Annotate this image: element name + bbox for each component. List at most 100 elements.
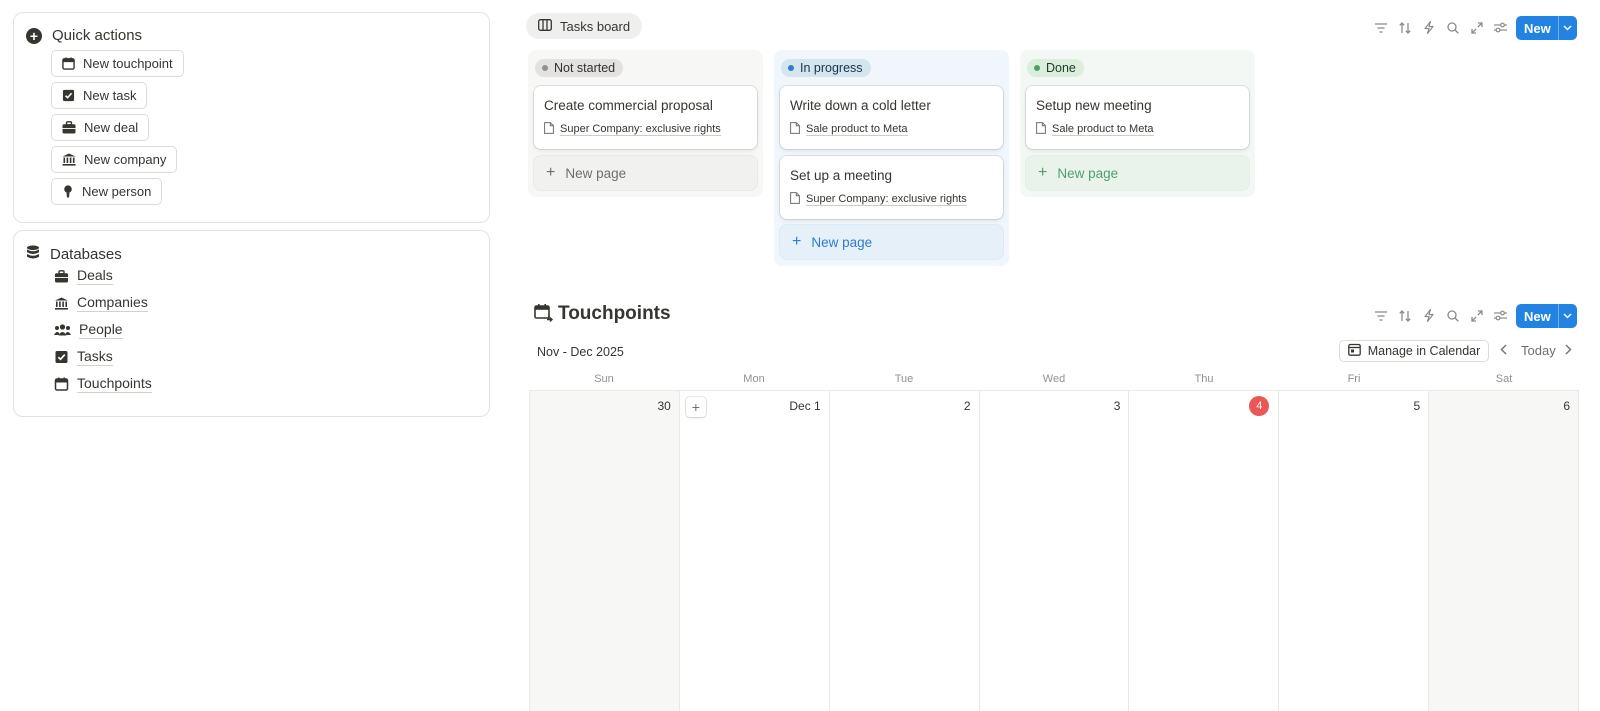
- calendar-new-button[interactable]: New: [1516, 304, 1577, 328]
- database-item-tasks[interactable]: Tasks: [54, 348, 113, 366]
- touchpoints-title: Touchpoints: [534, 303, 671, 325]
- board-column-not-started: Not started Create commercial proposal S…: [528, 50, 763, 197]
- database-item-people[interactable]: People: [54, 321, 123, 339]
- filter-icon[interactable]: [1373, 20, 1388, 35]
- new-deal-button[interactable]: New deal: [51, 114, 150, 141]
- bank-icon: [62, 153, 76, 166]
- task-card-relation[interactable]: Super Company: exclusive rights: [790, 192, 967, 207]
- manage-in-calendar-label: Manage in Calendar: [1367, 344, 1481, 358]
- task-card[interactable]: Setup new meeting Sale product to Meta: [1026, 86, 1249, 149]
- day-number: 6: [1563, 399, 1571, 413]
- board-new-label: New: [1524, 20, 1551, 36]
- calendar-day-cell[interactable]: 6: [1429, 391, 1580, 711]
- search-icon[interactable]: [1445, 308, 1460, 323]
- day-number: 3: [1113, 399, 1121, 413]
- database-item-touchpoints[interactable]: Touchpoints: [54, 375, 152, 393]
- task-card-relation[interactable]: Super Company: exclusive rights: [544, 122, 721, 137]
- expand-icon[interactable]: [1469, 308, 1484, 323]
- today-badge: 4: [1249, 396, 1270, 416]
- task-card[interactable]: Write down a cold letter Sale product to…: [780, 86, 1003, 149]
- today-label: Today: [1521, 343, 1556, 358]
- today-button[interactable]: Today: [1521, 343, 1556, 358]
- expand-icon[interactable]: [1469, 20, 1484, 35]
- quick-actions-header: + Quick actions: [26, 27, 142, 44]
- weekday-header: Mon: [743, 373, 765, 385]
- board-column-done: Done Setup new meeting Sale product to M…: [1020, 50, 1255, 197]
- chevron-left-icon: [1500, 343, 1507, 358]
- task-card-title: Set up a meeting: [790, 168, 893, 183]
- calendar-grid: 30 + Dec 1 2 3 4 5 6: [529, 390, 1580, 711]
- settings-sliders-icon[interactable]: [1493, 308, 1508, 323]
- checkbox-icon: [54, 350, 69, 364]
- manage-in-calendar-button[interactable]: Manage in Calendar: [1339, 340, 1489, 362]
- chevron-down-icon[interactable]: [1557, 16, 1577, 40]
- task-card-title: Create commercial proposal: [544, 98, 713, 113]
- new-touchpoint-button[interactable]: New touchpoint: [51, 50, 184, 77]
- task-card-relation[interactable]: Sale product to Meta: [790, 122, 908, 137]
- chevron-down-icon[interactable]: [1557, 304, 1577, 328]
- add-event-plus-icon[interactable]: +: [685, 397, 706, 417]
- plus-icon: +: [1038, 164, 1048, 181]
- weekday-header: Fri: [1347, 373, 1361, 385]
- calendar-app-icon: [1347, 343, 1361, 359]
- weekday-header: Wed: [1042, 373, 1066, 385]
- calendar-day-cell[interactable]: + Dec 1: [679, 391, 830, 711]
- touchpoints-title-label: Touchpoints: [558, 303, 671, 324]
- previous-period-button[interactable]: [1500, 343, 1507, 358]
- calendar-day-cell[interactable]: 2: [829, 391, 980, 711]
- new-company-button[interactable]: New company: [51, 146, 178, 173]
- new-page-button[interactable]: + New page: [780, 225, 1003, 259]
- database-item-companies[interactable]: Companies: [54, 294, 148, 312]
- lightning-icon[interactable]: [1421, 20, 1436, 35]
- tasks-board-tab[interactable]: Tasks board: [526, 13, 643, 39]
- new-person-button[interactable]: New person: [51, 178, 163, 205]
- new-deal-label: New deal: [84, 120, 139, 135]
- status-dot: [542, 65, 548, 71]
- briefcase-icon: [62, 121, 76, 134]
- task-card-title: Write down a cold letter: [790, 98, 931, 113]
- calendar-day-cell-today[interactable]: 4: [1129, 391, 1280, 711]
- task-card-relation[interactable]: Sale product to Meta: [1036, 122, 1154, 137]
- new-person-label: New person: [82, 184, 152, 199]
- day-number: Dec 1: [789, 399, 821, 413]
- search-icon[interactable]: [1445, 20, 1460, 35]
- people-icon: [54, 324, 71, 336]
- database-item-label: People: [79, 321, 123, 339]
- task-card[interactable]: Create commercial proposal Super Company…: [534, 86, 757, 149]
- status-dot: [788, 65, 794, 71]
- new-touchpoint-label: New touchpoint: [83, 56, 173, 71]
- calendar-day-cell[interactable]: 5: [1279, 391, 1430, 711]
- weekday-header: Tue: [894, 373, 914, 385]
- task-card-title: Setup new meeting: [1036, 98, 1152, 113]
- calendar-icon: [62, 57, 75, 70]
- status-badge: In progress: [781, 59, 871, 77]
- sort-icon[interactable]: [1397, 308, 1412, 323]
- calendar-new-label: New: [1524, 308, 1551, 324]
- status-badge: Done: [1027, 59, 1084, 77]
- new-page-button[interactable]: + New page: [534, 156, 757, 190]
- new-task-button[interactable]: New task: [51, 82, 148, 109]
- calendar-day-cell[interactable]: 3: [979, 391, 1130, 711]
- weekday-header: Thu: [1194, 373, 1214, 385]
- day-number: 2: [963, 399, 971, 413]
- database-icon: [26, 245, 40, 263]
- settings-sliders-icon[interactable]: [1493, 20, 1508, 35]
- task-card[interactable]: Set up a meeting Super Company: exclusiv…: [780, 156, 1003, 219]
- database-item-deals[interactable]: Deals: [54, 267, 113, 285]
- lightning-icon[interactable]: [1421, 308, 1436, 323]
- calendar-day-cell[interactable]: 30: [530, 391, 680, 711]
- next-period-button[interactable]: [1565, 343, 1572, 358]
- status-label: Done: [1046, 61, 1076, 75]
- status-label: In progress: [800, 61, 863, 75]
- database-item-label: Tasks: [77, 348, 113, 366]
- day-number: 5: [1413, 399, 1421, 413]
- page-icon: [790, 192, 800, 207]
- database-item-label: Deals: [77, 267, 113, 285]
- new-company-label: New company: [84, 152, 167, 167]
- filter-icon[interactable]: [1373, 308, 1388, 323]
- status-badge: Not started: [535, 59, 624, 77]
- page-icon: [790, 122, 800, 137]
- new-page-button[interactable]: + New page: [1026, 156, 1249, 190]
- board-new-button[interactable]: New: [1516, 16, 1577, 40]
- sort-icon[interactable]: [1397, 20, 1412, 35]
